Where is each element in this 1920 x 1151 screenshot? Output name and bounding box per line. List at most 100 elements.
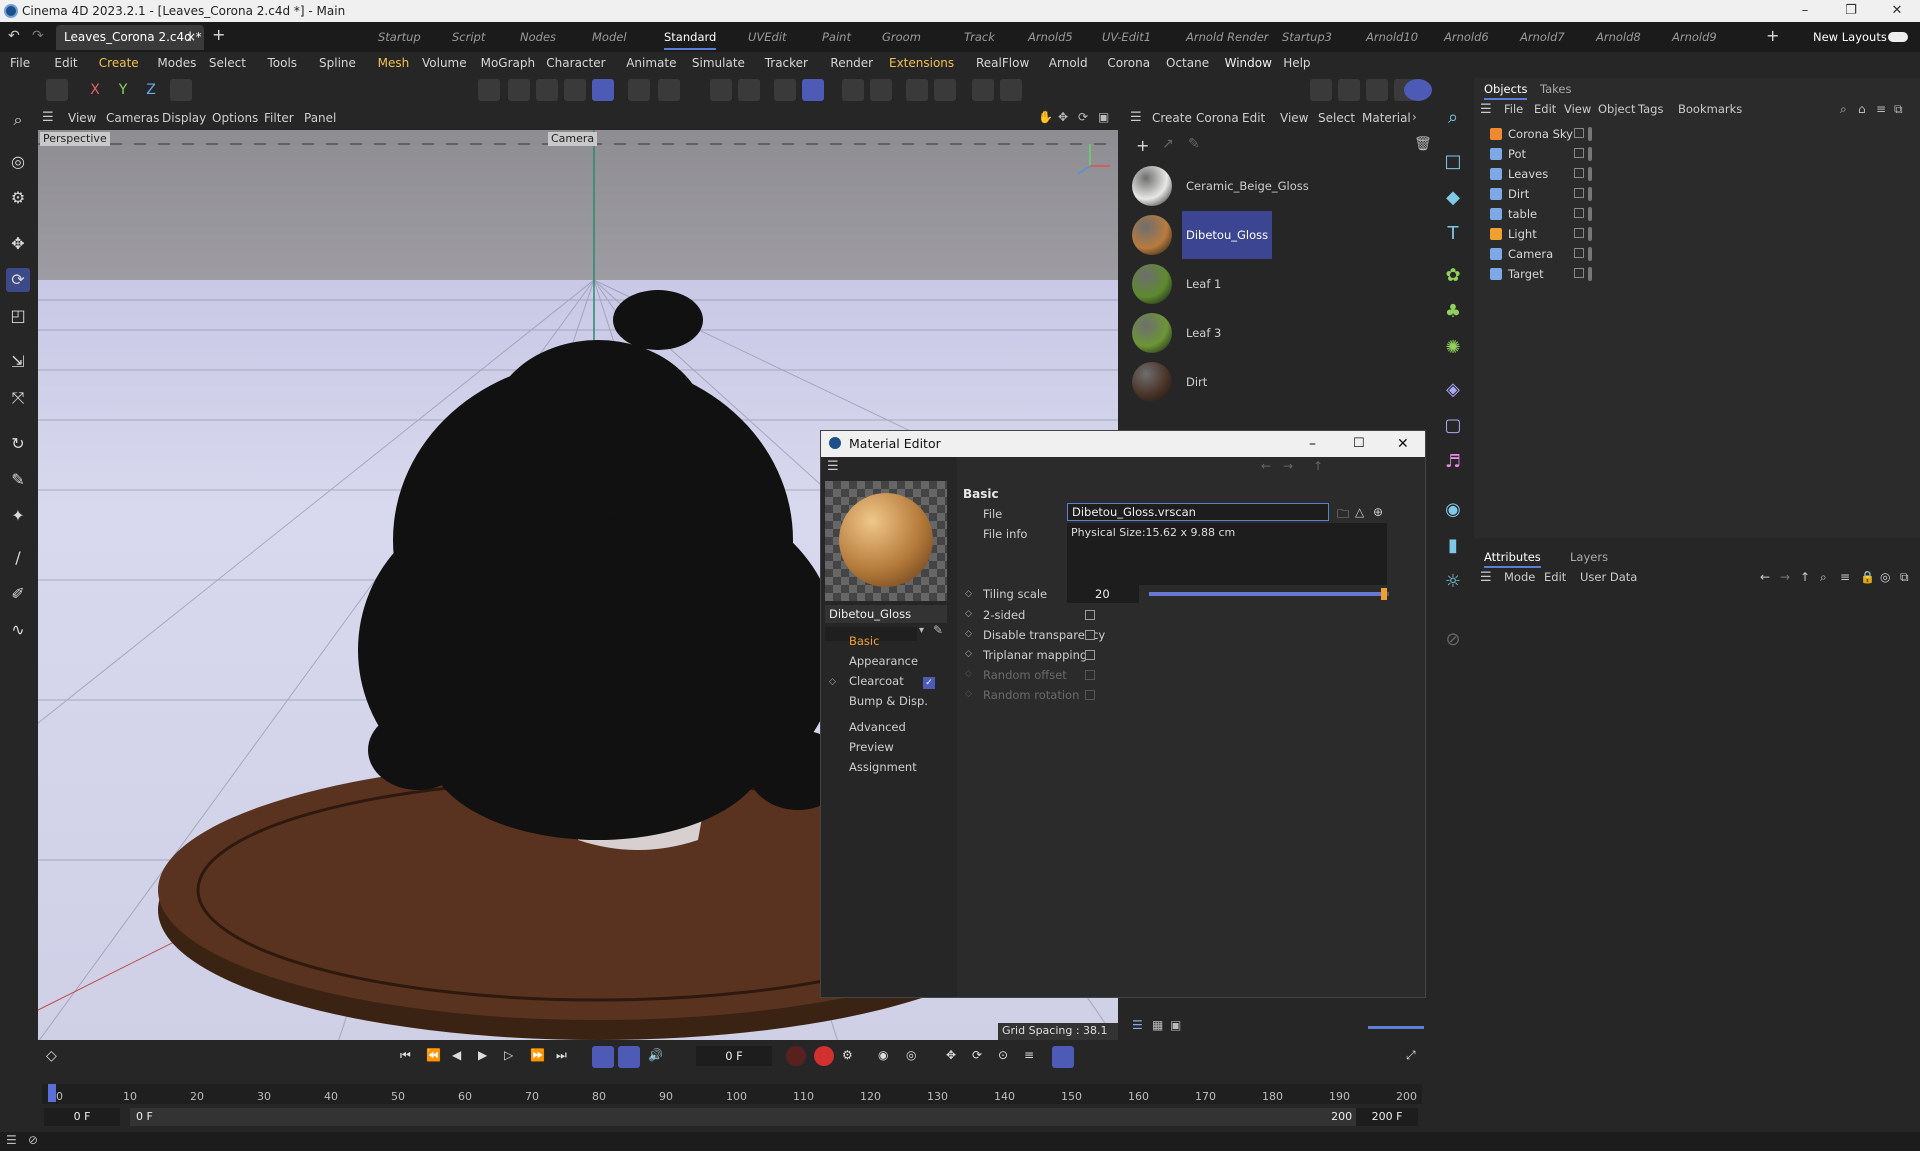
object-row[interactable]: table — [1474, 204, 1920, 224]
globe-icon[interactable]: ⊕ — [1373, 505, 1383, 519]
light-object-icon[interactable]: ☼ — [1441, 570, 1465, 594]
tweak-icon[interactable] — [934, 79, 956, 101]
layout-tab-arnold10[interactable]: Arnold10 — [1366, 22, 1418, 52]
close-tab-icon[interactable]: × — [186, 25, 196, 50]
nav-preview[interactable]: Preview — [849, 739, 894, 755]
filter-icon[interactable]: ≡ — [1876, 102, 1886, 116]
material-item[interactable]: Leaf 3 — [1128, 309, 1428, 357]
layout-tab-arnold-render[interactable]: Arnold Render — [1186, 22, 1269, 52]
hamburger-menu-icon[interactable]: ☰ — [827, 459, 839, 474]
object-row[interactable]: Corona Sky — [1474, 124, 1920, 144]
scale-tool-icon[interactable]: ◰ — [6, 304, 30, 328]
keyframe-diamond-icon[interactable]: ◇ — [965, 649, 972, 659]
new-layouts-button[interactable]: New Layouts — [1813, 22, 1887, 52]
search-icon[interactable]: ⌕ — [1820, 570, 1827, 585]
key-filter-icon[interactable]: ◎ — [906, 1048, 916, 1062]
rotate-tool-icon[interactable]: ⟳ — [6, 268, 30, 292]
autokey-mode-toggle[interactable] — [618, 1046, 640, 1068]
chevron-right-icon[interactable]: › — [1412, 110, 1417, 124]
playhead[interactable] — [48, 1084, 56, 1102]
scale-key-icon[interactable]: ⊙ — [998, 1048, 1008, 1062]
menu-create[interactable]: Create — [99, 52, 139, 74]
material-item[interactable]: Ceramic_Beige_Gloss — [1128, 162, 1428, 210]
render-dots-icon[interactable] — [1588, 127, 1592, 141]
menu-window[interactable]: Window — [1225, 52, 1272, 74]
previous-frame-icon[interactable]: ◀ — [452, 1048, 461, 1062]
coordinate-system-icon[interactable] — [170, 79, 192, 101]
z-axis-toggle[interactable]: Z — [140, 79, 162, 101]
material-menu-corona[interactable]: Corona — [1196, 106, 1239, 130]
layout-tab-uvedit[interactable]: UVEdit — [748, 22, 787, 52]
objects-menu-bookmarks[interactable]: Bookmarks — [1678, 102, 1742, 116]
move-view-icon[interactable]: ✥ — [1058, 110, 1068, 124]
spline-icon[interactable]: ♬ — [1441, 450, 1465, 474]
render-queue-icon[interactable] — [1366, 79, 1388, 101]
menu-file[interactable]: File — [10, 52, 30, 74]
tab-objects[interactable]: Objects — [1484, 80, 1528, 100]
effector-icon[interactable]: ✺ — [1441, 336, 1465, 360]
next-key-icon[interactable]: ⏩ — [530, 1048, 545, 1062]
edges-mode-icon[interactable] — [508, 79, 530, 101]
visibility-toggle[interactable] — [1574, 248, 1584, 258]
grid-view-icon[interactable]: ▦ — [1152, 1018, 1163, 1032]
visibility-toggle[interactable] — [1574, 188, 1584, 198]
visibility-icon[interactable] — [972, 79, 994, 101]
live-selection-icon[interactable]: ◎ — [6, 150, 30, 174]
nav-assignment[interactable]: Assignment — [849, 759, 917, 775]
camera-label[interactable]: Camera — [548, 132, 598, 146]
minimize-button[interactable]: – — [1309, 431, 1316, 457]
position-key-icon[interactable]: ✥ — [946, 1048, 956, 1062]
sculpt-icon[interactable]: ∿ — [6, 618, 30, 642]
redo-icon[interactable]: ↷ — [32, 28, 44, 44]
menu-mesh[interactable]: Mesh — [378, 52, 410, 74]
menu-extensions[interactable]: Extensions — [889, 52, 954, 74]
maximize-view-icon[interactable]: ▣ — [1098, 110, 1109, 124]
thumbnail-size-slider[interactable] — [1368, 1026, 1424, 1029]
material-menu-material[interactable]: Material — [1362, 106, 1411, 130]
back-arrow-icon[interactable]: ← — [1261, 459, 1271, 473]
hamburger-menu-icon[interactable]: ☰ — [42, 110, 54, 125]
render-view-icon[interactable] — [1310, 79, 1332, 101]
render-dots-icon[interactable] — [1588, 227, 1592, 241]
nav-basic[interactable]: Basic — [849, 633, 879, 649]
render-to-viewer-icon[interactable] — [1338, 79, 1360, 101]
keyframe-mode-icon[interactable]: ◇ — [46, 1048, 57, 1064]
timeline-graph-icon[interactable]: ⤢ — [1406, 1048, 1416, 1063]
grid-snap-icon[interactable] — [774, 79, 796, 101]
object-row[interactable]: Target — [1474, 264, 1920, 284]
settings-icon[interactable]: ⚙ — [6, 186, 30, 210]
visibility-toggle[interactable] — [1574, 208, 1584, 218]
polygons-mode-icon[interactable] — [536, 79, 558, 101]
layout-tab-paint[interactable]: Paint — [822, 22, 851, 52]
object-row[interactable]: Camera — [1474, 244, 1920, 264]
viewport-menu-filter[interactable]: Filter — [264, 106, 294, 130]
maximize-button[interactable]: ☐ — [1353, 431, 1365, 457]
symmetry-icon[interactable] — [906, 79, 928, 101]
paint-icon[interactable]: ✦ — [6, 504, 30, 528]
filter-icon[interactable]: ≡ — [1840, 570, 1850, 584]
layout-tab-arnold9[interactable]: Arnold9 — [1672, 22, 1717, 52]
eyedropper-icon[interactable]: ✎ — [933, 623, 943, 637]
next-frame-icon[interactable]: ▷ — [504, 1048, 513, 1062]
object-row[interactable]: Pot — [1474, 144, 1920, 164]
generator-icon[interactable]: ✿ — [1441, 264, 1465, 288]
keying-settings-icon[interactable]: ⚙ — [842, 1048, 853, 1062]
layout-tab-arnold5[interactable]: Arnold5 — [1028, 22, 1073, 52]
brush-icon[interactable]: / — [6, 546, 30, 570]
menu-tracker[interactable]: Tracker — [765, 52, 808, 74]
menu-arnold[interactable]: Arnold — [1049, 52, 1088, 74]
camera-mode-icon[interactable] — [46, 79, 68, 101]
render-dots-icon[interactable] — [1588, 147, 1592, 161]
document-tab[interactable]: Leaves_Corona 2.c4d * × — [56, 25, 204, 50]
preview-range-bar[interactable]: 0 F 200 F — [130, 1108, 1380, 1126]
warning-icon[interactable]: △ — [1355, 505, 1364, 519]
menu-realflow[interactable]: RealFlow — [976, 52, 1029, 74]
attributes-menu-edit[interactable]: Edit — [1544, 570, 1566, 584]
keyframe-diamond-icon[interactable]: ◇ — [965, 629, 972, 639]
menu-tools[interactable]: Tools — [268, 52, 298, 74]
up-arrow-icon[interactable]: ↑ — [1800, 570, 1810, 584]
render-dots-icon[interactable] — [1588, 247, 1592, 261]
search-icon[interactable]: ⌕ — [6, 108, 30, 132]
layout-tab-script[interactable]: Script — [452, 22, 485, 52]
menu-spline[interactable]: Spline — [319, 52, 356, 74]
